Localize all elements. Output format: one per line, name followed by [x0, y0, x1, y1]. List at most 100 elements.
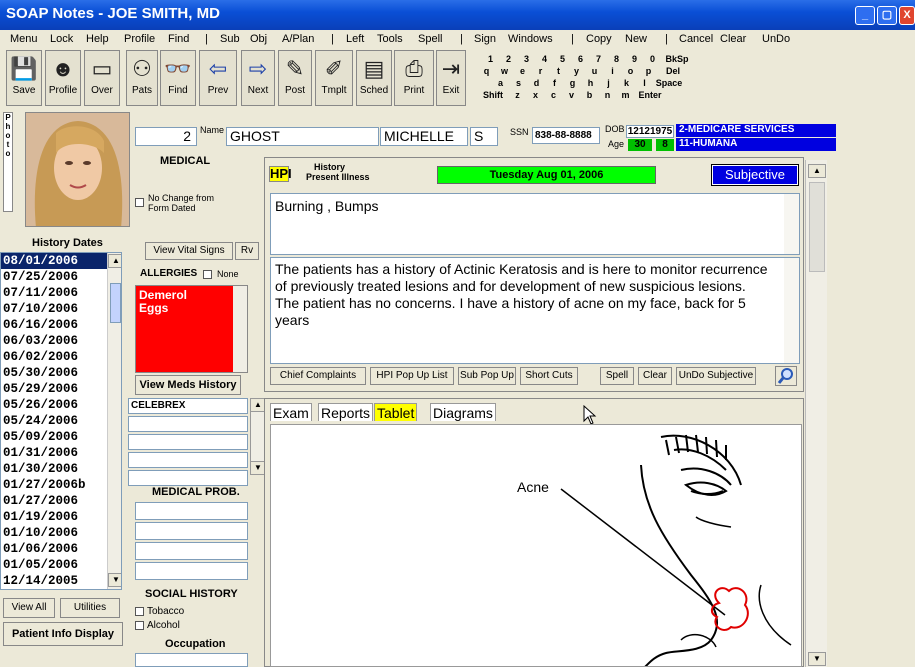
history-date-item[interactable]: 01/30/2006 — [1, 461, 107, 477]
history-date-item[interactable]: 01/06/2006 — [1, 541, 107, 557]
history-dates-scrollbar[interactable]: ▲ ▼ — [107, 253, 121, 589]
main-scroll-up-icon[interactable]: ▲ — [808, 164, 826, 178]
menu-item-sign[interactable]: Sign — [474, 33, 496, 45]
medical-problem-field[interactable] — [135, 562, 248, 580]
key-o[interactable]: o — [622, 66, 639, 78]
toolbar-find-button[interactable]: 👓 Find — [160, 50, 196, 106]
history-date-item[interactable]: 08/01/2006 — [1, 253, 107, 269]
menu-item-left[interactable]: Left — [346, 33, 364, 45]
toolbar-pats-button[interactable]: ⚇ Pats — [126, 50, 158, 106]
history-date-item[interactable]: 05/29/2006 — [1, 381, 107, 397]
patient-info-display-button[interactable]: Patient Info Display — [3, 622, 123, 646]
menu-item-spell[interactable]: Spell — [418, 33, 442, 45]
toolbar-over-button[interactable]: ▭ Over — [84, 50, 120, 106]
main-scroll-down-icon[interactable]: ▼ — [808, 652, 826, 666]
menu-item-cancel[interactable]: Cancel — [679, 33, 713, 45]
key-space[interactable]: Space — [654, 78, 684, 90]
allergies-list[interactable]: Demerol Eggs — [135, 285, 248, 373]
key-t[interactable]: t — [550, 66, 567, 78]
undo-subjective-button[interactable]: UnDo Subjective — [676, 367, 756, 385]
history-dates-list[interactable]: 08/01/2006 07/25/2006 07/11/2006 07/10/2006… — [0, 252, 122, 590]
key-b[interactable]: b — [581, 90, 598, 102]
key-n[interactable]: n — [599, 90, 616, 102]
history-date-item[interactable]: 01/27/2006b — [1, 477, 107, 493]
main-scroll-thumb[interactable] — [809, 182, 825, 272]
search-icon[interactable] — [775, 366, 797, 386]
chief-complaint-box[interactable]: Burning , Bumps — [270, 193, 800, 255]
last-name-field[interactable]: GHOST — [226, 127, 379, 146]
meds-scrollbar[interactable]: ▲ ▼ — [250, 398, 266, 475]
occupation-field[interactable] — [135, 653, 248, 667]
key-8[interactable]: 8 — [608, 54, 625, 66]
menu-item-new[interactable]: New — [625, 33, 647, 45]
chief-complaints-button[interactable]: Chief Complaints — [270, 367, 366, 385]
key-u[interactable]: u — [586, 66, 603, 78]
key-2[interactable]: 2 — [500, 54, 517, 66]
ssn-field[interactable]: 838-88-8888 — [532, 127, 600, 144]
key-j[interactable]: j — [600, 78, 617, 90]
menu-item-obj[interactable]: Obj — [250, 33, 267, 45]
menu-item-copy[interactable]: Copy — [586, 33, 612, 45]
history-date-item[interactable]: 05/09/2006 — [1, 429, 107, 445]
key-c[interactable]: c — [545, 90, 562, 102]
narrative-scrollbar[interactable] — [784, 258, 799, 363]
menu-item-tools[interactable]: Tools — [377, 33, 403, 45]
menu-item-find[interactable]: Find — [168, 33, 189, 45]
key-z[interactable]: z — [509, 90, 526, 102]
tab-diagrams[interactable]: Diagrams — [430, 403, 496, 421]
rv-button[interactable]: Rv — [235, 242, 259, 260]
toolbar-sched-button[interactable]: ▤ Sched — [356, 50, 392, 106]
complaint-scrollbar[interactable] — [784, 194, 799, 254]
scroll-down-icon[interactable]: ▼ — [108, 573, 121, 587]
allergies-scrollbar[interactable] — [233, 286, 247, 372]
key-bksp[interactable]: BkSp — [662, 54, 692, 66]
key-m[interactable]: m — [617, 90, 634, 102]
toolbar-next-button[interactable]: ⇨ Next — [241, 50, 275, 106]
medical-problem-field[interactable] — [135, 522, 248, 540]
history-date-item[interactable]: 01/05/2006 — [1, 557, 107, 573]
minimize-button[interactable]: _ — [855, 6, 875, 25]
medication-field[interactable] — [128, 434, 248, 450]
utilities-button[interactable]: Utilities — [60, 598, 120, 618]
main-scrollbar[interactable]: ▲ ▼ — [805, 160, 827, 667]
toolbar-save-button[interactable]: 💾 Save — [6, 50, 42, 106]
key-del[interactable]: Del — [658, 66, 688, 78]
history-date-item[interactable]: 12/14/2005 — [1, 573, 107, 589]
history-date-item[interactable]: 01/19/2006 — [1, 509, 107, 525]
history-date-item[interactable]: 01/10/2006 — [1, 525, 107, 541]
key-s[interactable]: s — [510, 78, 527, 90]
key-0[interactable]: 0 — [644, 54, 661, 66]
key-w[interactable]: w — [496, 66, 513, 78]
toolbar-exit-button[interactable]: ⇥ Exit — [436, 50, 466, 106]
key-p[interactable]: p — [640, 66, 657, 78]
medical-problem-field[interactable] — [135, 502, 248, 520]
toolbar-profile-button[interactable]: ☻ Profile — [45, 50, 81, 106]
key-1[interactable]: 1 — [482, 54, 499, 66]
history-date-item[interactable]: 01/31/2006 — [1, 445, 107, 461]
key-h[interactable]: h — [582, 78, 599, 90]
key-shift[interactable]: Shift — [478, 90, 508, 102]
medication-field[interactable] — [128, 416, 248, 432]
menu-item-windows[interactable]: Windows — [508, 33, 553, 45]
menu-item-clear[interactable]: Clear — [720, 33, 746, 45]
clear-button[interactable]: Clear — [638, 367, 672, 385]
menu-item-aplan[interactable]: A/Plan — [282, 33, 314, 45]
key-d[interactable]: d — [528, 78, 545, 90]
scroll-up-icon[interactable]: ▲ — [108, 254, 121, 268]
history-date-item[interactable]: 05/24/2006 — [1, 413, 107, 429]
key-9[interactable]: 9 — [626, 54, 643, 66]
short-cuts-button[interactable]: Short Cuts — [520, 367, 578, 385]
key-e[interactable]: e — [514, 66, 531, 78]
key-i[interactable]: i — [604, 66, 621, 78]
face-diagram-canvas[interactable]: Acne — [270, 424, 802, 667]
key-enter[interactable]: Enter — [635, 90, 665, 102]
close-button[interactable]: X — [899, 6, 915, 25]
tab-tablet[interactable]: Tablet — [374, 403, 418, 421]
history-date-item[interactable]: 06/02/2006 — [1, 349, 107, 365]
insurance-primary[interactable]: 2-MEDICARE SERVICES — [676, 124, 836, 137]
key-5[interactable]: 5 — [554, 54, 571, 66]
hpi-narrative-box[interactable]: The patients has a history of Actinic Ke… — [270, 257, 800, 364]
menu-item-lock[interactable]: Lock — [50, 33, 73, 45]
no-change-checkbox[interactable] — [135, 196, 147, 208]
history-date-item[interactable]: 01/27/2006 — [1, 493, 107, 509]
